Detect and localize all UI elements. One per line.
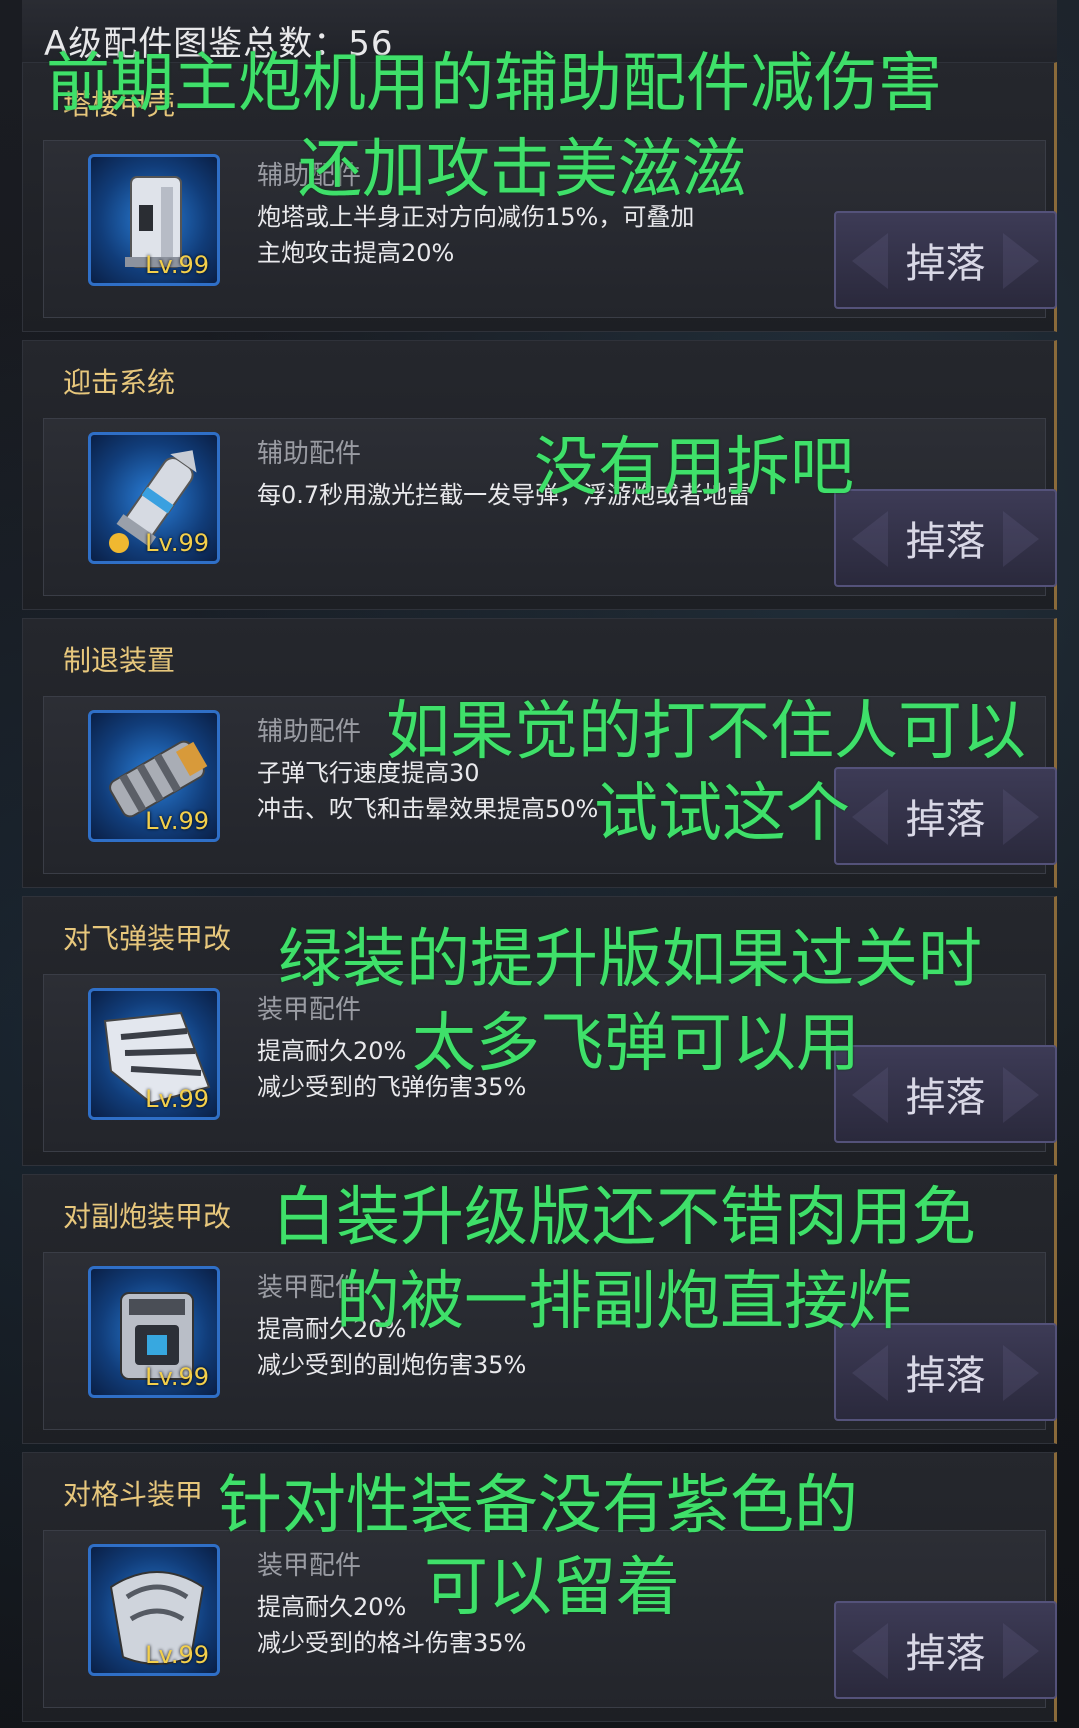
drop-button[interactable]: 掉落 [834, 489, 1057, 587]
part-level: Lv.99 [145, 251, 209, 279]
part-effect: 冲击、吹飞和击晕效果提高50% [257, 795, 599, 823]
part-effect: 减少受到的格斗伤害35% [257, 1629, 527, 1657]
part-icon-slot[interactable]: Lv.99 [88, 710, 220, 842]
drop-button-label: 掉落 [905, 241, 986, 287]
drop-button[interactable]: 掉落 [834, 767, 1057, 865]
part-effect: 主炮攻击提高20% [257, 239, 455, 267]
annotation-text: 如果觉的打不住人可以 [386, 695, 1026, 769]
part-icon-slot[interactable]: Lv.99 [88, 1266, 220, 1398]
part-name: 迎击系统 [63, 366, 176, 399]
part-type: 装甲配件 [257, 1551, 362, 1581]
annotation-text: 绿装的提升版如果过关时 [278, 923, 982, 997]
part-level: Lv.99 [145, 1641, 209, 1669]
part-level: Lv.99 [145, 807, 209, 835]
part-type: 辅助配件 [257, 439, 362, 469]
part-name: 对副炮装甲改 [63, 1200, 232, 1233]
part-level: Lv.99 [145, 1363, 209, 1391]
drop-button-label: 掉落 [905, 1353, 986, 1399]
part-icon-slot[interactable]: Lv.99 [88, 432, 220, 564]
part-name: 制退装置 [63, 644, 176, 677]
drop-button[interactable]: 掉落 [834, 1601, 1057, 1699]
annotation-text: 前期主炮机用的辅助配件减伤害 [46, 47, 942, 121]
drop-button-label: 掉落 [905, 519, 986, 565]
annotation-text: 可以留着 [424, 1551, 680, 1625]
drop-button[interactable]: 掉落 [834, 1045, 1057, 1143]
part-effect: 提高耐久20% [257, 1037, 407, 1065]
annotation-text: 白装升级版还不错肉用免 [272, 1181, 976, 1255]
part-effect: 减少受到的副炮伤害35% [257, 1351, 527, 1379]
drop-button-label: 掉落 [905, 797, 986, 843]
part-icon-slot[interactable]: Lv.99 [88, 154, 220, 286]
part-icon-slot[interactable]: Lv.99 [88, 988, 220, 1120]
annotation-text: 针对性装备没有紫色的 [218, 1469, 858, 1543]
drop-button-label: 掉落 [905, 1631, 986, 1677]
part-icon-slot[interactable]: Lv.99 [88, 1544, 220, 1676]
annotation-text: 的被一排副炮直接炸 [336, 1265, 912, 1339]
annotation-text: 试试这个 [594, 777, 850, 851]
part-name: 对格斗装甲 [63, 1478, 204, 1511]
annotation-text: 还加攻击美滋滋 [298, 133, 746, 207]
part-type: 辅助配件 [257, 717, 362, 747]
annotation-text: 没有用拆吧 [534, 431, 854, 505]
part-level: Lv.99 [145, 1085, 209, 1113]
drop-button-label: 掉落 [905, 1075, 986, 1121]
atlas-page: A级配件图鉴总数：56 塔楼甲壳 Lv.99 辅助配件 炮塔或上半身正对方向减伤… [0, 0, 1079, 1728]
part-effect: 提高耐久20% [257, 1593, 407, 1621]
annotation-text: 太多飞弹可以用 [412, 1007, 860, 1081]
part-level: Lv.99 [145, 529, 209, 557]
part-name: 对飞弹装甲改 [63, 922, 232, 955]
drop-button[interactable]: 掉落 [834, 211, 1057, 309]
